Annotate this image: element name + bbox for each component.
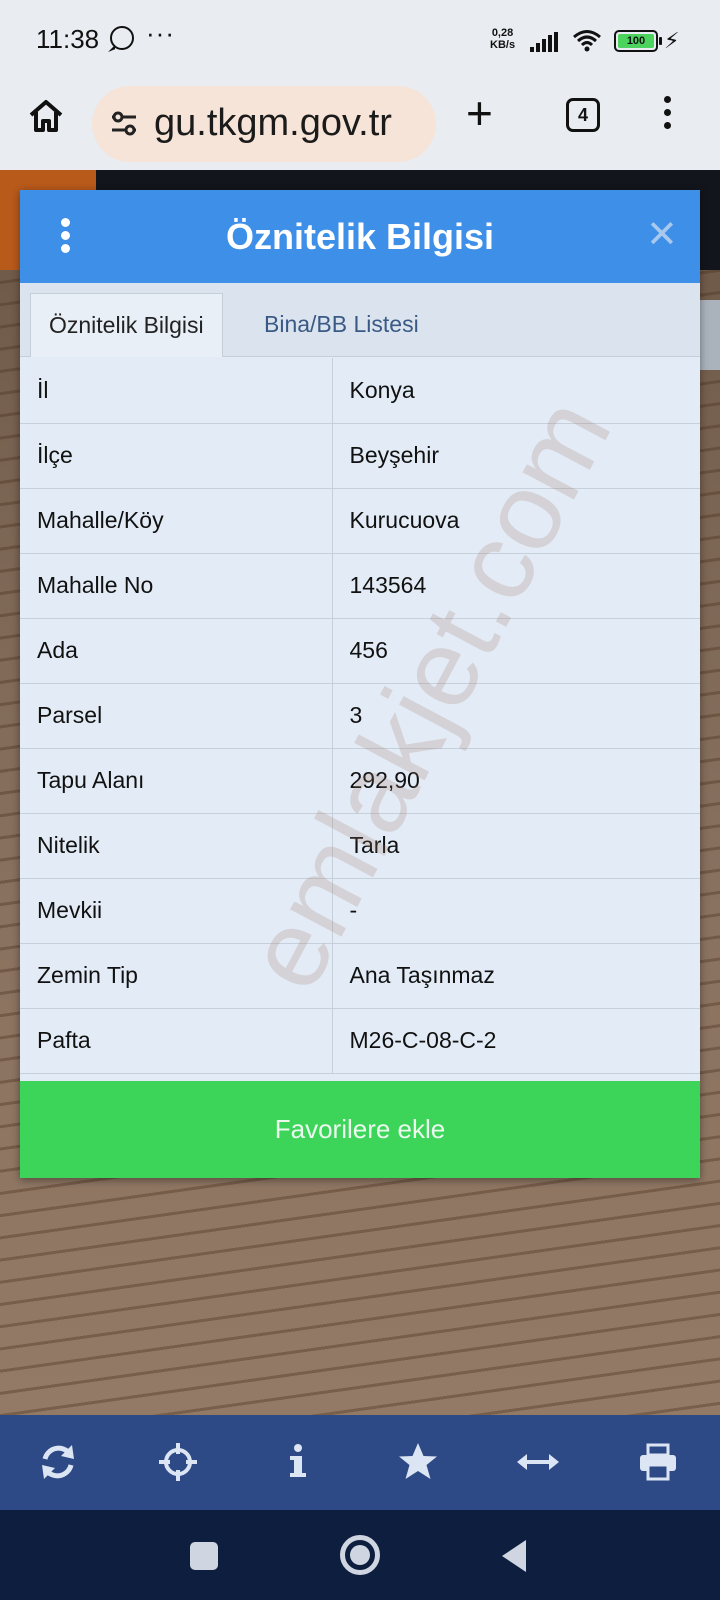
row-key: Tapu Alanı [20, 748, 333, 814]
tab-building-list[interactable]: Bina/BB Listesi [246, 293, 437, 357]
table-row: Ada 456 [20, 618, 700, 684]
row-value: Ana Taşınmaz [332, 943, 700, 1009]
row-value: Tarla [332, 813, 700, 879]
wifi-icon [573, 30, 601, 52]
dialog-title: Öznitelik Bilgisi [225, 216, 495, 257]
new-tab-button[interactable]: + [466, 90, 493, 136]
net-speed: 0,28 KB/s [490, 27, 515, 51]
close-icon[interactable]: ✕ [646, 216, 678, 254]
home-button[interactable] [340, 1535, 380, 1575]
url-text[interactable]: gu.tkgm.gov.tr [154, 102, 392, 145]
star-icon[interactable] [393, 1437, 443, 1487]
row-key: İl [20, 358, 333, 424]
row-value: 3 [332, 683, 700, 749]
row-key: Mevkii [20, 878, 333, 944]
battery-icon: 100 [614, 30, 662, 52]
row-key: Nitelik [20, 813, 333, 879]
tab-attribute-info[interactable]: Öznitelik Bilgisi [30, 293, 223, 357]
table-row: Parsel 3 [20, 683, 700, 749]
dialog-header: Öznitelik Bilgisi ✕ [20, 190, 700, 283]
map-scroll-handle[interactable] [700, 300, 720, 370]
net-speed-value: 0,28 [491, 27, 514, 39]
back-button[interactable] [502, 1540, 526, 1572]
browser-menu-button[interactable] [662, 96, 672, 136]
refresh-icon[interactable] [33, 1437, 83, 1487]
row-value: Konya [332, 358, 700, 424]
table-row: Mevkii - [20, 878, 700, 944]
status-time: 11:38 [36, 24, 100, 54]
table-row: Pafta M26-C-08-C-2 [20, 1008, 700, 1074]
table-row: Mahalle/Köy Kurucuova [20, 488, 700, 554]
net-speed-unit: KB/s [490, 39, 516, 51]
row-key: İlçe [20, 423, 333, 489]
table-row: İl Konya [20, 358, 700, 424]
home-icon[interactable] [26, 96, 66, 136]
table-row: Nitelik Tarla [20, 813, 700, 879]
attribute-info-dialog: Öznitelik Bilgisi ✕ Öznitelik Bilgisi Bi… [20, 190, 700, 1178]
row-key: Ada [20, 618, 333, 684]
locate-icon[interactable] [153, 1437, 203, 1487]
row-key: Mahalle No [20, 553, 333, 619]
map-toolbar [0, 1415, 720, 1510]
row-key: Pafta [20, 1008, 333, 1074]
system-nav-bar [0, 1510, 720, 1600]
tab-switcher-button[interactable]: 4 [566, 98, 600, 132]
info-icon[interactable] [273, 1437, 323, 1487]
row-key: Parsel [20, 683, 333, 749]
print-icon[interactable] [633, 1437, 683, 1487]
dialog-tabs: Öznitelik Bilgisi Bina/BB Listesi [20, 283, 700, 357]
measure-icon[interactable] [513, 1437, 563, 1487]
table-row: Zemin Tip Ana Taşınmaz [20, 943, 700, 1009]
charging-icon: ⚡ [664, 28, 680, 53]
table-row: Tapu Alanı 292,90 [20, 748, 700, 814]
more-notifications: ··· [146, 18, 175, 48]
row-value: Kurucuova [332, 488, 700, 554]
status-bar: 11:38 ··· 0,28 KB/s 100 ⚡ [0, 0, 720, 80]
row-value: 456 [332, 618, 700, 684]
table-row: Mahalle No 143564 [20, 553, 700, 619]
row-value: M26-C-08-C-2 [332, 1008, 700, 1074]
address-bar[interactable]: gu.tkgm.gov.tr [92, 86, 436, 162]
site-settings-icon[interactable] [108, 108, 140, 140]
row-value: 143564 [332, 553, 700, 619]
attribute-table: İl Konya İlçe Beyşehir Mahalle/Köy Kurucuov… [20, 358, 700, 1074]
row-key: Mahalle/Köy [20, 488, 333, 554]
battery-level: 100 [618, 34, 654, 48]
row-value: 292,90 [332, 748, 700, 814]
row-key: Zemin Tip [20, 943, 333, 1009]
row-value: Beyşehir [332, 423, 700, 489]
signal-icon [530, 32, 558, 52]
table-row: İlçe Beyşehir [20, 423, 700, 489]
add-to-favorites-button[interactable]: Favorilere ekle [20, 1081, 700, 1178]
whatsapp-icon [110, 26, 134, 50]
row-value: - [332, 878, 700, 944]
recents-button[interactable] [190, 1542, 218, 1570]
browser-toolbar: gu.tkgm.gov.tr + 4 [0, 80, 720, 170]
